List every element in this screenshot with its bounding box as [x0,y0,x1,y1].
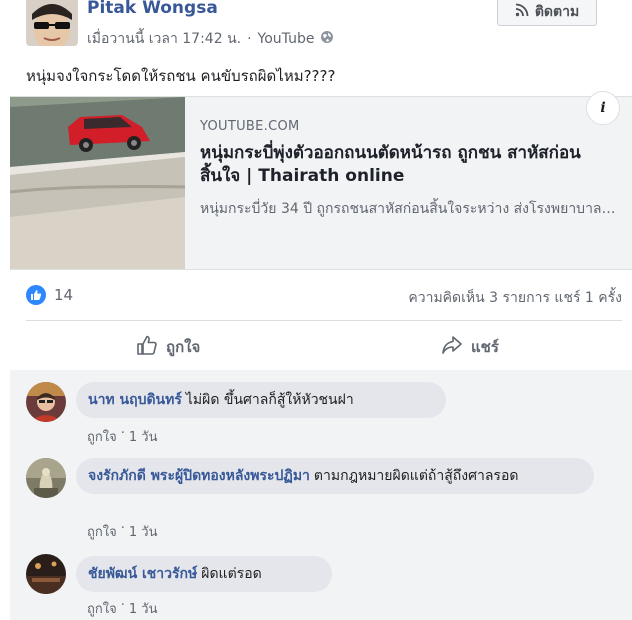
commenter-name[interactable]: ชัยพัฒน์ เชาวรักษ์ [88,566,197,582]
comment-separator: · [120,426,125,441]
share-button-label: แชร์ [471,338,499,356]
comment-text: ตามกฎหมายผิดแต่ถ้าสู้ถึงศาลรอด [313,468,519,484]
comment-separator: · [120,598,125,613]
share-button[interactable]: แชร์ [441,332,499,362]
comment-like-link[interactable]: ถูกใจ [87,426,117,447]
post-header: Pitak Wongsa เมื่อวานนี้ เวลา 17:42 น. ·… [0,0,632,56]
like-reaction-icon[interactable] [26,285,46,305]
info-icon[interactable]: i [586,91,620,125]
comment-bubble: จงรักภักดี พระผู้ปิดทองหลังพระปฏิมา ตามกฎ… [76,458,594,494]
commenter-avatar[interactable] [26,458,66,498]
comment-actions: ถูกใจ · 1 วัน [87,426,157,447]
share-arrow-icon [441,334,463,360]
post-meta: เมื่อวานนี้ เวลา 17:42 น. · YouTube [87,28,334,50]
comments-section: นาท นฤบดินทร์ ไม่ผิด ขึ้นศาลก็สู้ให้หัวชน… [10,370,632,620]
comment-bubble: นาท นฤบดินทร์ ไม่ผิด ขึ้นศาลก็สู้ให้หัวชน… [76,382,446,418]
comment-like-link[interactable]: ถูกใจ [87,598,117,619]
like-button[interactable]: ถูกใจ [136,332,200,362]
commenter-name[interactable]: จงรักภักดี พระผู้ปิดทองหลังพระปฏิมา [88,468,310,484]
post-timestamp[interactable]: เมื่อวานนี้ เวลา 17:42 น. [87,28,241,50]
commenter-avatar[interactable] [26,382,66,422]
commenter-avatar[interactable] [26,554,66,594]
comment-text: ผิดแต่รอด [201,566,262,582]
rss-icon [515,3,529,21]
comment-separator: · [120,521,125,536]
link-title[interactable]: หนุ่มกระบี่พุ่งตัวออกถนนตัดหน้ารถ ถูกชน … [200,142,620,188]
link-preview-card[interactable]: i YOUTUBE.COM หนุ่มกระบี่พุ่งตัวออกถนนตั… [10,91,632,270]
comments-shares-count[interactable]: ความคิดเห็น 3 รายการ แชร์ 1 ครั้ง [408,287,622,309]
post-via[interactable]: YouTube [258,31,315,47]
follow-button[interactable]: ติดตาม [497,0,597,26]
comment-actions: ถูกใจ · 1 วัน [87,521,157,542]
comment-time[interactable]: 1 วัน [129,598,158,619]
comment-actions: ถูกใจ · 1 วัน [87,598,157,619]
commenter-name[interactable]: นาท นฤบดินทร์ [88,392,182,408]
follow-label: ติดตาม [534,4,580,20]
comment-like-link[interactable]: ถูกใจ [87,521,117,542]
like-count[interactable]: 14 [54,286,73,304]
post-text: หนุ่มจงใจกระโดดให้รถชน คนขับรถผิดไหม???? [26,67,336,85]
divider-top [26,320,622,321]
comment-bubble: ชัยพัฒน์ เชาวรักษ์ ผิดแต่รอด [76,556,332,592]
comment-text: ไม่ผิด ขึ้นศาลก็สู้ให้หัวชนฝา [185,392,354,408]
action-bar: ถูกใจ แชร์ [26,326,622,368]
author-avatar[interactable] [26,0,78,46]
link-thumbnail[interactable] [10,97,185,269]
link-source: YOUTUBE.COM [200,119,300,134]
thumbs-up-icon [136,334,158,360]
author-name[interactable]: Pitak Wongsa [87,0,218,18]
comment-time[interactable]: 1 วัน [129,426,158,447]
globe-icon [320,30,334,48]
like-button-label: ถูกใจ [166,338,201,356]
comment-time[interactable]: 1 วัน [129,521,158,542]
reactions-summary: 14 ความคิดเห็น 3 รายการ แชร์ 1 ครั้ง [26,282,622,308]
meta-separator: · [247,31,252,47]
link-description: หนุ่มกระบี่วัย 34 ปี ถูกรถชนสาหัสก่อนสิ้… [200,201,616,217]
